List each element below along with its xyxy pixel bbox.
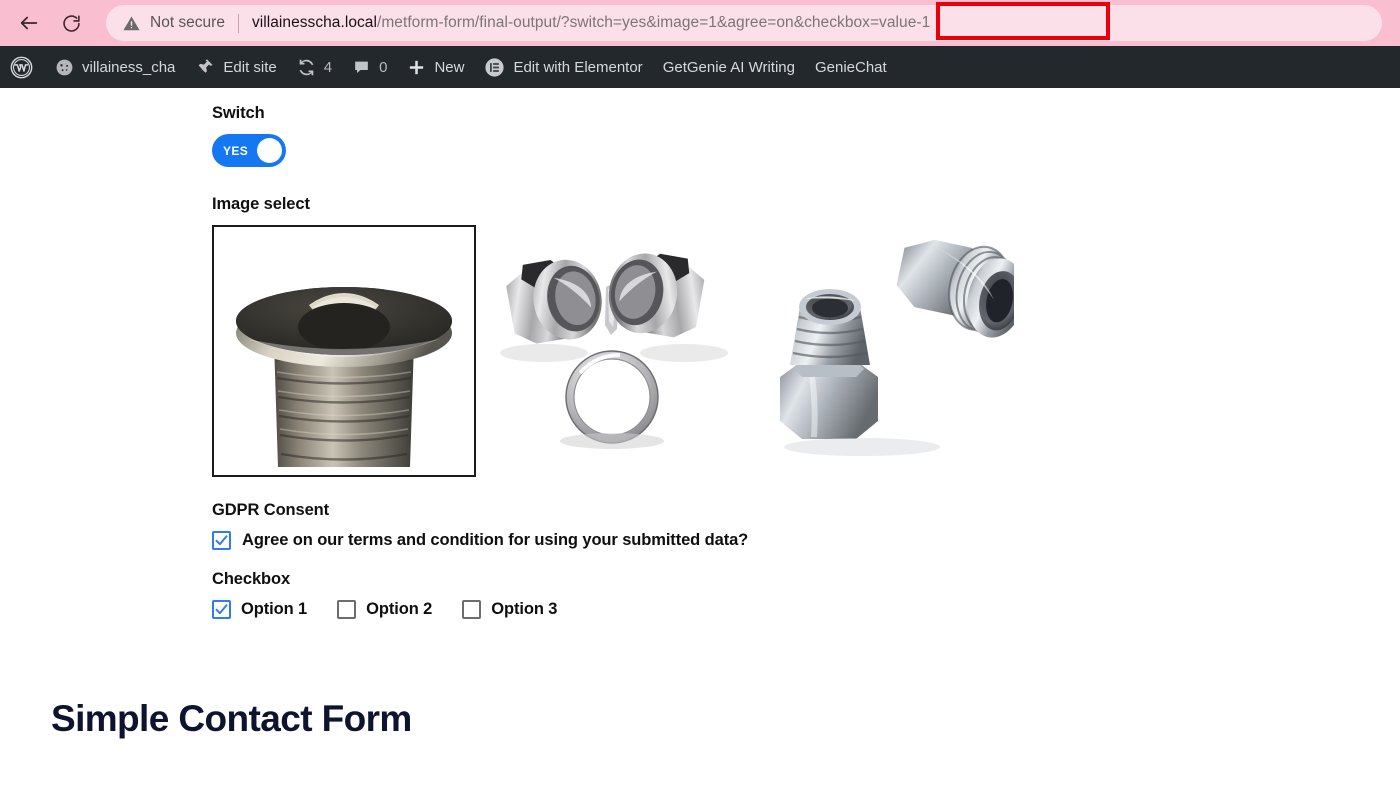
image-select-options [212,225,1400,477]
pushpin-icon [195,57,215,77]
adminbar-label-edit-with-elementor: Edit with Elementor [513,58,643,76]
browser-toolbar: Not secure villainesscha.local/metform-f… [0,0,1400,46]
checkbox-item-option-2[interactable]: Option 2 [337,600,432,619]
adminbar-label-geniechat: GenieChat [814,58,887,76]
gdpr-consent-row[interactable]: Agree on our terms and condition for usi… [212,531,1400,550]
checkbox-item-option-1[interactable]: Option 1 [212,600,307,619]
update-icon [297,58,316,77]
adminbar-item-new[interactable]: New [397,46,474,88]
flanged-hex-socket-plug-image [214,227,474,475]
adminbar-item-edit-with-elementor[interactable]: Edit with Elementor [474,46,652,88]
page-content: Switch YES Image select GDPR Consent Agr… [0,88,1400,800]
label-image-select: Image select [212,195,310,213]
adminbar-item-geniechat[interactable]: GenieChat [805,46,897,88]
adminbar-label-site-name: villainess_cha [82,58,176,76]
field-image-select: Image select [212,195,1400,477]
back-button[interactable] [8,2,50,44]
url-path: /metform-form/final-output/?switch=yes&i… [376,14,794,31]
checkbox-option-2[interactable] [337,600,357,619]
checkbox-label-option-3: Option 3 [491,600,558,618]
checkbox-options: Option 1 Option 2 Option 3 [212,600,1400,619]
address-bar-divider [237,13,239,33]
address-bar-url: villainesscha.local/metform-form/final-o… [252,14,930,32]
label-gdpr-consent: GDPR Consent [212,501,330,519]
checkmark-icon [215,535,228,546]
url-host: villainesscha.local [251,14,377,31]
gdpr-consent-checkbox[interactable] [212,531,231,550]
plus-icon [407,58,426,77]
comment-bubble-icon [352,58,371,77]
page-title: Simple Contact Form [51,698,412,739]
image-option-1[interactable] [212,225,476,477]
address-bar[interactable]: Not secure villainesscha.local/metform-f… [106,5,1382,41]
checkbox-label-option-1: Option 1 [241,600,308,618]
adminbar-label-edit-site: Edit site [223,58,277,76]
image-option-2[interactable] [488,225,740,477]
two-jic-flare-fittings-image [752,225,1014,473]
adminbar-item-wordpress-logo[interactable] [2,46,45,88]
field-gdpr-consent: GDPR Consent Agree on our terms and cond… [212,501,1400,550]
image-option-3[interactable] [752,225,1018,477]
label-checkbox: Checkbox [212,570,291,588]
gdpr-consent-label: Agree on our terms and condition for usi… [242,531,749,549]
adminbar-label-new: New [434,58,465,76]
reload-button[interactable] [50,2,92,44]
reload-icon [61,13,82,34]
field-checkbox-group: Checkbox Option 1 Option 2 Option 3 [212,570,1400,619]
field-switch: Switch YES [212,104,1400,167]
switch-toggle[interactable]: YES [212,134,286,167]
switch-value-label: YES [223,143,249,158]
checkbox-option-3[interactable] [462,600,482,619]
adminbar-item-comments[interactable]: 0 [342,46,397,88]
dashboard-icon [55,58,74,77]
two-hex-fittings-with-seal-ring-image [488,225,736,473]
checkbox-label-option-2: Option 2 [366,600,433,618]
wordpress-logo-icon [10,56,33,79]
back-arrow-icon [18,12,40,34]
checkmark-icon [215,604,228,615]
adminbar-item-site-name[interactable]: villainess_cha [45,46,185,88]
adminbar-item-getgenie-ai-writing[interactable]: GetGenie AI Writing [653,46,805,88]
label-switch: Switch [212,104,265,122]
adminbar-label-getgenie: GetGenie AI Writing [662,58,795,76]
adminbar-item-edit-site[interactable]: Edit site [185,46,286,88]
switch-knob [257,138,282,163]
url-highlighted-param: &checkbox=value-1 [793,14,931,31]
adminbar-label-updates-count: 4 [323,58,333,76]
security-status-label: Not secure [150,14,225,31]
wordpress-admin-bar: villainess_cha Edit site 4 0 New Edit wi… [0,46,1400,88]
adminbar-label-comments-count: 0 [379,58,388,76]
elementor-icon [484,57,505,78]
checkbox-item-option-3[interactable]: Option 3 [462,600,557,619]
checkbox-option-1[interactable] [212,600,231,619]
adminbar-item-updates[interactable]: 4 [287,46,342,88]
metform-output-summary: Switch YES Image select GDPR Consent Agr… [0,88,1400,619]
not-secure-warning-icon [122,14,141,33]
